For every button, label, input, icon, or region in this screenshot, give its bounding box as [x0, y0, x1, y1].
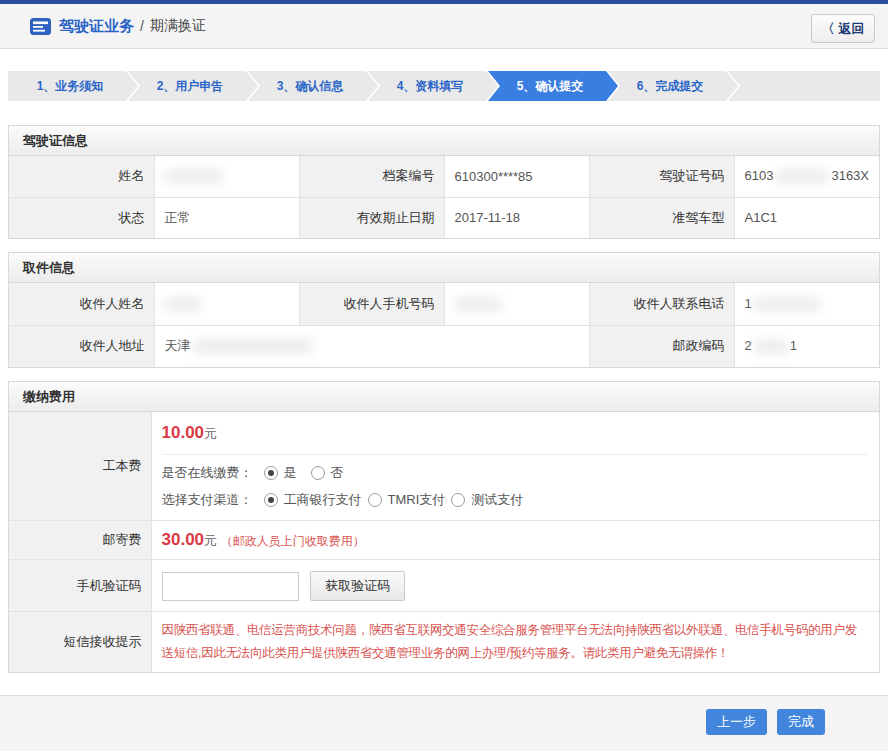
- radio-unselected-icon: [368, 493, 382, 507]
- footer-bar: 上一步 完成: [0, 695, 888, 751]
- previous-step-button[interactable]: 上一步: [706, 709, 767, 735]
- table-row: 状态 正常 有效期止日期 2017-11-18 准驾车型 A1C1: [9, 197, 879, 238]
- online-pay-no-radio[interactable]: 否: [311, 464, 344, 482]
- sms-tip-label: 短信接收提示: [9, 612, 151, 673]
- back-button[interactable]: 〈 返回: [811, 14, 875, 43]
- table-row: 邮寄费 30.00元 （邮政人员上门收取费用）: [9, 521, 879, 560]
- postage-amount: 30.00: [162, 530, 205, 549]
- online-pay-yes-radio[interactable]: 是: [264, 464, 297, 482]
- page-header: 驾驶证业务 / 期满换证 〈 返回: [0, 4, 888, 49]
- pickup-info-section: 取件信息 收件人姓名 收件人手机号码 收件人联系电话 1 收件人地址 天津 邮政…: [8, 252, 880, 368]
- get-code-button[interactable]: 获取验证码: [310, 571, 405, 601]
- step-6: 6、完成提交: [608, 71, 740, 101]
- license-no-value: 61033163X: [734, 156, 879, 197]
- step-label: 2、用户申告: [157, 71, 232, 101]
- radio-unselected-icon: [311, 466, 325, 480]
- work-fee-label: 工本费: [9, 412, 151, 521]
- pay-channel-label: 选择支付渠道：: [162, 491, 264, 509]
- step-2: 2、用户申告: [128, 71, 260, 101]
- vehicle-value: A1C1: [734, 197, 879, 238]
- license-info-section: 驾驶证信息 姓名 档案编号 610300****85 驾驶证号码 6103316…: [8, 125, 880, 239]
- radio-unselected-icon: [451, 493, 465, 507]
- back-button-label: 返回: [839, 20, 865, 38]
- channel-tmri-radio[interactable]: TMRI支付: [368, 491, 446, 509]
- sms-code-input[interactable]: [162, 572, 299, 601]
- online-pay-label: 是否在线缴费：: [162, 464, 264, 482]
- postage-cell: 30.00元 （邮政人员上门收取费用）: [151, 521, 879, 560]
- step-label: 3、确认信息: [277, 71, 352, 101]
- table-row: 收件人姓名 收件人手机号码 收件人联系电话 1: [9, 283, 879, 325]
- sms-tip-text: 因陕西省联通、电信运营商技术问题，陕西省互联网交通安全综合服务管理平台无法向持陕…: [162, 612, 868, 672]
- channel-test-radio[interactable]: 测试支付: [451, 491, 523, 509]
- recipient-mobile-label: 收件人手机号码: [299, 283, 444, 325]
- payment-section: 缴纳费用 工本费 10.00元 是否在线缴费： 是 否 选择支付渠道： 工商银行…: [8, 381, 880, 673]
- finish-button[interactable]: 完成: [777, 709, 825, 735]
- step-label: 6、完成提交: [637, 71, 712, 101]
- recipient-name-label: 收件人姓名: [9, 283, 154, 325]
- step-4: 4、资料填写: [368, 71, 500, 101]
- step-wizard: 1、业务须知 2、用户申告 3、确认信息 4、资料填写 5、确认提交 6、完成提交: [8, 71, 880, 101]
- file-no-value: 610300****85: [444, 156, 589, 197]
- step-label: 4、资料填写: [397, 71, 472, 101]
- recipient-phone-label: 收件人联系电话: [589, 283, 734, 325]
- work-fee-cell: 10.00元 是否在线缴费： 是 否 选择支付渠道： 工商银行支付 TMRI支付…: [151, 412, 879, 521]
- breadcrumb-current: 期满换证: [150, 17, 206, 35]
- sms-code-label: 手机验证码: [9, 560, 151, 612]
- status-label: 状态: [9, 197, 154, 238]
- name-value: [154, 156, 299, 197]
- table-row: 收件人地址 天津 邮政编码 21: [9, 325, 879, 367]
- sms-code-cell: 获取验证码: [151, 560, 879, 612]
- file-no-label: 档案编号: [299, 156, 444, 197]
- license-business-icon: [30, 18, 51, 35]
- expiry-value: 2017-11-18: [444, 197, 589, 238]
- step-label: 5、确认提交: [517, 71, 592, 101]
- pickup-section-title: 取件信息: [9, 253, 879, 283]
- step-bar-tail: [728, 71, 880, 101]
- recipient-phone-value: 1: [734, 283, 879, 325]
- table-row: 短信接收提示 因陕西省联通、电信运营商技术问题，陕西省互联网交通安全综合服务管理…: [9, 612, 879, 673]
- step-label: 1、业务须知: [37, 71, 112, 101]
- recipient-name-value: [154, 283, 299, 325]
- license-no-label: 驾驶证号码: [589, 156, 734, 197]
- work-fee-amount: 10.00: [162, 423, 205, 442]
- radio-selected-icon: [264, 466, 278, 480]
- expiry-label: 有效期止日期: [299, 197, 444, 238]
- table-row: 姓名 档案编号 610300****85 驾驶证号码 61033163X: [9, 156, 879, 197]
- postage-label: 邮寄费: [9, 521, 151, 560]
- license-section-title: 驾驶证信息: [9, 126, 879, 156]
- payment-section-title: 缴纳费用: [9, 382, 879, 412]
- postage-note: （邮政人员上门收取费用）: [221, 534, 365, 548]
- name-label: 姓名: [9, 156, 154, 197]
- status-value: 正常: [154, 197, 299, 238]
- vehicle-label: 准驾车型: [589, 197, 734, 238]
- step-5: 5、确认提交: [488, 71, 620, 101]
- recipient-address-value: 天津: [154, 325, 589, 367]
- postcode-label: 邮政编码: [589, 325, 734, 367]
- step-1: 1、业务须知: [8, 71, 140, 101]
- recipient-address-label: 收件人地址: [9, 325, 154, 367]
- table-row: 手机验证码 获取验证码: [9, 560, 879, 612]
- recipient-mobile-value: [444, 283, 589, 325]
- back-chevron-icon: 〈: [822, 20, 835, 38]
- page-title: 驾驶证业务: [59, 17, 134, 36]
- step-3: 3、确认信息: [248, 71, 380, 101]
- table-row: 工本费 10.00元 是否在线缴费： 是 否 选择支付渠道： 工商银行支付 TM…: [9, 412, 879, 521]
- channel-icbc-radio[interactable]: 工商银行支付: [264, 491, 362, 509]
- radio-selected-icon: [264, 493, 278, 507]
- postcode-value: 21: [734, 325, 879, 367]
- sms-tip-cell: 因陕西省联通、电信运营商技术问题，陕西省互联网交通安全综合服务管理平台无法向持陕…: [151, 612, 879, 673]
- breadcrumb-separator: /: [140, 18, 144, 34]
